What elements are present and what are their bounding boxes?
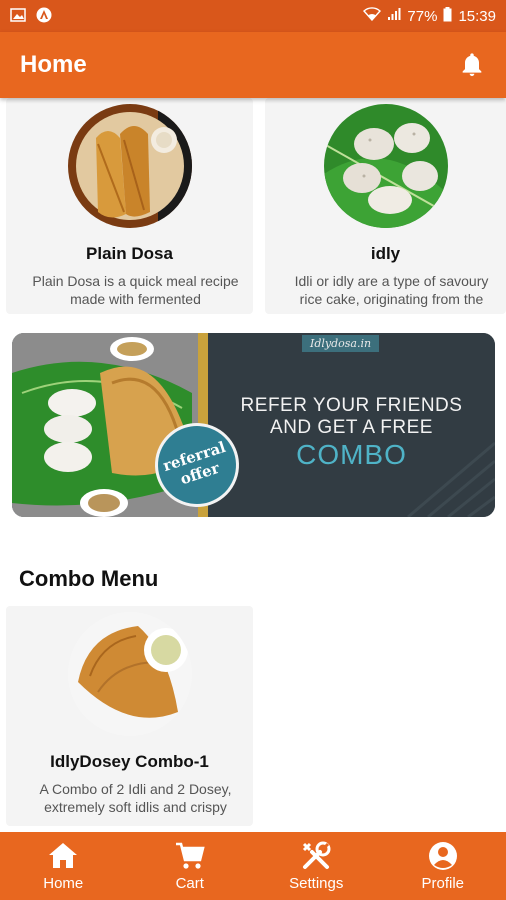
nav-settings[interactable]: Settings <box>253 832 380 900</box>
product-name: Plain Dosa <box>86 244 173 263</box>
gallery-icon <box>10 7 26 25</box>
content-area[interactable]: Plain Dosa Plain Dosa is a quick meal re… <box>0 98 506 832</box>
page-title: Home <box>20 51 87 78</box>
brand-tag: Idlydosa.in <box>302 335 380 352</box>
nav-profile[interactable]: Profile <box>380 832 506 900</box>
product-description: Idli or idly are a type of savoury rice … <box>294 273 489 307</box>
product-card-idly[interactable]: idly Idli or idly are a type of savoury … <box>265 98 506 314</box>
signal-icon <box>387 7 401 25</box>
app-icon <box>36 7 52 26</box>
combo-name: IdlyDosey Combo-1 <box>50 752 209 771</box>
idly-image <box>323 104 448 228</box>
nav-cart[interactable]: Cart <box>127 832 254 900</box>
bell-icon[interactable] <box>458 51 486 79</box>
product-card-plain-dosa[interactable]: Plain Dosa Plain Dosa is a quick meal re… <box>6 98 253 314</box>
app-bar: Home <box>0 32 506 98</box>
battery-icon <box>443 6 452 26</box>
banner-headline-1: REFER YOUR FRIENDS <box>240 395 463 416</box>
banner-headline-2: AND GET A FREE <box>270 417 433 438</box>
product-description: Plain Dosa is a quick meal recipe made w… <box>32 273 239 307</box>
section-title-combo: Combo Menu <box>19 566 159 591</box>
bottom-nav: Home Cart Settings Profile <box>0 832 506 900</box>
cart-icon <box>175 842 205 869</box>
banner-headline-3: COMBO <box>296 439 407 470</box>
combo-description: A Combo of 2 Idli and 2 Dosey, extremely… <box>39 781 232 815</box>
nav-home[interactable]: Home <box>0 832 127 900</box>
referral-banner[interactable]: Idlydosa.in REFER YOUR FRIENDS AND GET A… <box>12 333 495 517</box>
battery-percent: 77% <box>407 7 438 25</box>
status-bar: 77% 15:39 <box>0 0 506 32</box>
settings-icon <box>303 841 331 869</box>
nav-label: Home <box>43 875 84 892</box>
screen: 77% 15:39 Home Plain Dosa Plain Dosa is … <box>0 0 506 900</box>
nav-label: Profile <box>421 875 465 892</box>
profile-icon <box>428 842 457 870</box>
combo-image <box>67 612 192 736</box>
plain-dosa-image <box>67 104 192 228</box>
clock: 15:39 <box>458 7 496 25</box>
nav-label: Settings <box>289 875 344 892</box>
home-icon <box>49 843 78 868</box>
nav-label: Cart <box>175 875 204 892</box>
wifi-icon <box>363 7 382 25</box>
combo-card[interactable]: IdlyDosey Combo-1 A Combo of 2 Idli and … <box>6 606 253 826</box>
product-name: idly <box>370 244 401 263</box>
